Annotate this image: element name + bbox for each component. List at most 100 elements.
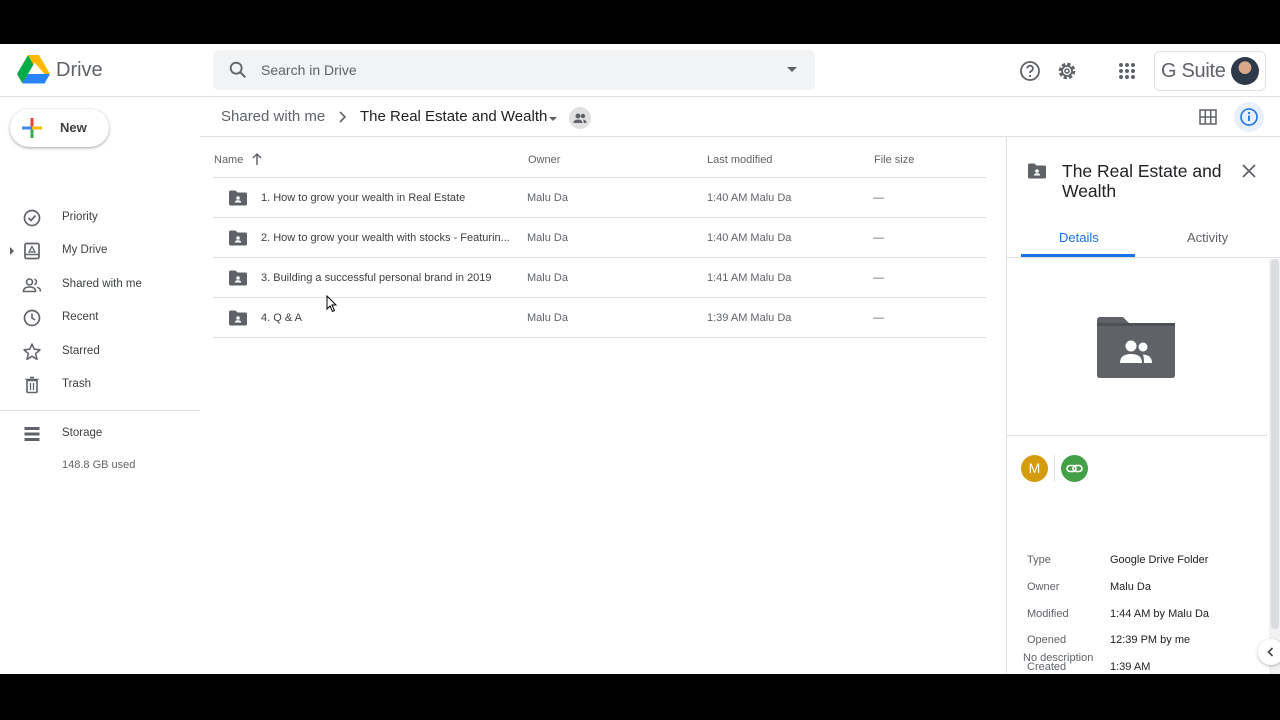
details-panel: The Real Estate and Wealth Details Activ… [1006, 137, 1280, 674]
search-input[interactable]: Search in Drive [261, 62, 357, 78]
storage-label: Storage [62, 427, 103, 439]
sidebar-item-storage[interactable]: Storage [0, 418, 200, 450]
prop-label: Opened [1027, 634, 1067, 646]
shared-folder-icon [229, 270, 247, 286]
file-size: — [873, 192, 884, 204]
file-name[interactable]: 2. How to grow your wealth with stocks -… [261, 232, 511, 244]
details-title: The Real Estate and Wealth [1062, 161, 1222, 201]
sidebar-item-priority[interactable]: Priority [0, 202, 200, 234]
prop-value: 1:39 AM [1110, 661, 1151, 673]
sidebar-item-label: Starred [62, 345, 100, 357]
shared-folder-icon [229, 190, 247, 206]
table-row[interactable]: 1. How to grow your wealth in Real Estat… [213, 178, 986, 218]
tab-activity[interactable]: Activity [1187, 230, 1228, 245]
sidebar-item-label: Recent [62, 311, 99, 323]
shared-folder-icon [229, 310, 247, 326]
file-owner: Malu Da [527, 272, 568, 284]
shared-folder-badge-icon[interactable] [569, 107, 591, 129]
storage-used-text: 148.8 GB used [62, 459, 136, 471]
trash-icon [25, 376, 39, 394]
prop-value: Malu Da [1110, 581, 1151, 593]
sidebar-item-label: Trash [62, 378, 91, 390]
sidebar-item-label: My Drive [62, 244, 108, 256]
mouse-cursor-icon [326, 295, 338, 313]
column-name-header[interactable]: Name [214, 154, 243, 166]
link-sharing-button[interactable] [1061, 455, 1088, 482]
file-name[interactable]: 1. How to grow your wealth in Real Estat… [261, 192, 511, 204]
breadcrumb: Shared with me The Real Estate and Wealt… [200, 97, 1280, 137]
clock-icon [23, 309, 41, 327]
sidebar-item-my-drive[interactable]: My Drive [0, 235, 200, 267]
prop-label: Type [1027, 554, 1051, 566]
file-owner: Malu Da [527, 192, 568, 204]
sidebar-item-recent[interactable]: Recent [0, 302, 200, 334]
account-button[interactable]: G Suite [1154, 51, 1266, 91]
shared-folder-icon [1028, 163, 1046, 179]
view-details-button[interactable] [1234, 102, 1264, 132]
prop-value: Google Drive Folder [1110, 554, 1209, 566]
priority-icon [23, 209, 41, 227]
search-icon[interactable] [227, 59, 249, 81]
file-modified: 1:40 AM Malu Da [707, 232, 792, 244]
file-modified: 1:39 AM Malu Da [707, 312, 792, 324]
collapse-panel-button[interactable] [1258, 639, 1280, 665]
prop-value: 1:44 AM by Malu Da [1110, 608, 1210, 620]
file-name[interactable]: 3. Building a successful personal brand … [261, 272, 511, 284]
expand-arrow-icon[interactable] [10, 247, 14, 255]
prop-label: Modified [1027, 608, 1069, 620]
gear-icon[interactable] [1055, 59, 1079, 83]
preview-divider [1007, 435, 1267, 436]
shared-folder-icon [229, 230, 247, 246]
user-avatar[interactable] [1231, 57, 1259, 85]
grid-view-icon[interactable] [1198, 107, 1218, 127]
search-options-icon[interactable] [787, 67, 797, 72]
top-bar: Drive Search in Drive G Suite [0, 44, 1280, 97]
new-button[interactable]: New [10, 109, 109, 147]
column-size-header[interactable]: File size [874, 154, 914, 166]
sidebar-item-shared-with-me[interactable]: Shared with me [0, 269, 200, 301]
link-icon [1066, 464, 1083, 473]
star-icon [23, 343, 41, 361]
table-row[interactable]: 3. Building a successful personal brand … [213, 258, 986, 298]
file-size: — [873, 232, 884, 244]
chevron-left-icon [1267, 647, 1274, 657]
drive-window: Drive Search in Drive G Suite New Priori… [0, 44, 1280, 674]
sidebar-item-label: Shared with me [62, 278, 142, 290]
close-icon[interactable] [1241, 163, 1257, 179]
prop-value: 12:39 PM by me [1110, 634, 1191, 646]
breadcrumb-shared-with-me[interactable]: Shared with me [221, 108, 325, 125]
my-drive-icon [24, 242, 40, 260]
sidebar-divider [0, 410, 200, 411]
app-name[interactable]: Drive [56, 59, 103, 82]
plus-icon [22, 118, 42, 138]
column-owner-header[interactable]: Owner [528, 154, 560, 166]
file-modified: 1:41 AM Malu Da [707, 272, 792, 284]
table-row[interactable]: 2. How to grow your wealth with stocks -… [213, 218, 986, 258]
prop-label: Owner [1027, 581, 1060, 593]
chevron-right-icon [339, 111, 347, 123]
description-field[interactable]: No description [1023, 652, 1093, 664]
folder-preview-icon [1097, 317, 1175, 378]
help-icon[interactable] [1018, 59, 1042, 83]
sidebar-item-label: Priority [62, 211, 98, 223]
storage-icon [24, 427, 40, 441]
search-bar[interactable]: Search in Drive [213, 50, 815, 90]
column-modified-header[interactable]: Last modified [707, 154, 772, 166]
sidebar: New Priority My Drive Shared with me Rec… [0, 97, 200, 674]
breadcrumb-current-folder[interactable]: The Real Estate and Wealth [360, 108, 547, 125]
file-name[interactable]: 4. Q & A [261, 312, 511, 324]
new-button-label: New [60, 120, 87, 135]
shared-icon [22, 278, 42, 293]
list-header: Name Owner Last modified File size [213, 137, 986, 178]
sidebar-item-trash[interactable]: Trash [0, 369, 200, 401]
sidebar-item-starred[interactable]: Starred [0, 336, 200, 368]
owner-avatar[interactable]: M [1021, 455, 1048, 482]
apps-grid-icon[interactable] [1115, 59, 1139, 83]
drive-logo-icon[interactable] [17, 55, 50, 85]
scrollbar-thumb[interactable] [1271, 259, 1279, 629]
sort-arrow-up-icon[interactable] [251, 152, 263, 166]
file-owner: Malu Da [527, 312, 568, 324]
folder-menu-caret-icon[interactable] [549, 117, 557, 121]
gsuite-label: G Suite [1161, 60, 1226, 82]
tab-details[interactable]: Details [1059, 230, 1099, 245]
